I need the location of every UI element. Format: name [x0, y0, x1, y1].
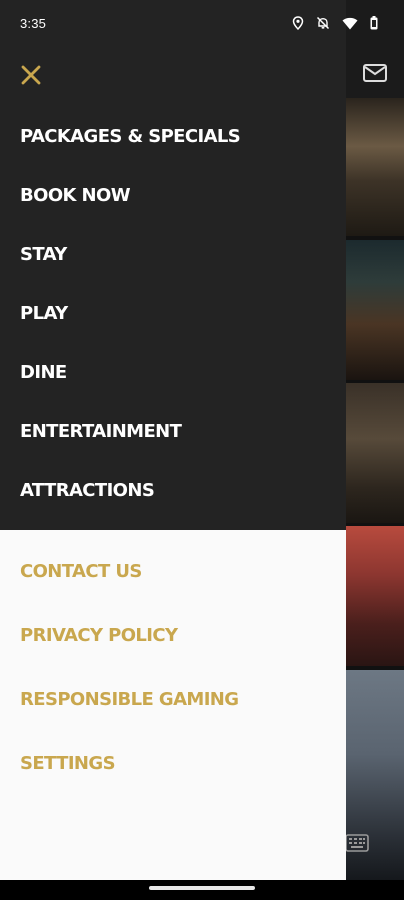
home-indicator[interactable] — [149, 886, 255, 890]
menu-item-packages-specials[interactable]: PACKAGES & SPECIALS — [20, 117, 241, 157]
promo-image[interactable] — [346, 98, 404, 236]
menu-item-responsible-gaming[interactable]: RESPONSIBLE GAMING — [20, 680, 239, 720]
system-nav-bar — [0, 880, 404, 900]
status-icons — [292, 16, 378, 30]
promo-image[interactable] — [346, 240, 404, 380]
promo-image[interactable] — [346, 526, 404, 666]
promo-image[interactable] — [346, 383, 404, 523]
keyboard-icon[interactable] — [344, 830, 370, 856]
status-bar: 3:35 — [0, 0, 404, 48]
notifications-off-icon — [316, 16, 330, 30]
menu-item-settings[interactable]: SETTINGS — [20, 744, 116, 784]
menu-item-dine[interactable]: DINE — [20, 353, 67, 393]
navigation-drawer: PACKAGES & SPECIALS BOOK NOW STAY PLAY D… — [0, 0, 346, 880]
menu-item-contact-us[interactable]: CONTACT US — [20, 552, 142, 592]
menu-item-privacy-policy[interactable]: PRIVACY POLICY — [20, 616, 178, 656]
status-time: 3:35 — [20, 16, 47, 31]
wifi-icon — [342, 17, 358, 30]
close-icon[interactable] — [16, 60, 46, 90]
battery-icon — [370, 16, 378, 30]
mail-icon[interactable] — [362, 62, 388, 84]
menu-item-book-now[interactable]: BOOK NOW — [20, 176, 131, 216]
location-icon — [292, 16, 304, 30]
menu-item-entertainment[interactable]: ENTERTAINMENT — [20, 412, 182, 452]
menu-item-stay[interactable]: STAY — [20, 235, 67, 275]
menu-item-attractions[interactable]: ATTRACTIONS — [20, 471, 155, 511]
menu-item-play[interactable]: PLAY — [20, 294, 68, 334]
